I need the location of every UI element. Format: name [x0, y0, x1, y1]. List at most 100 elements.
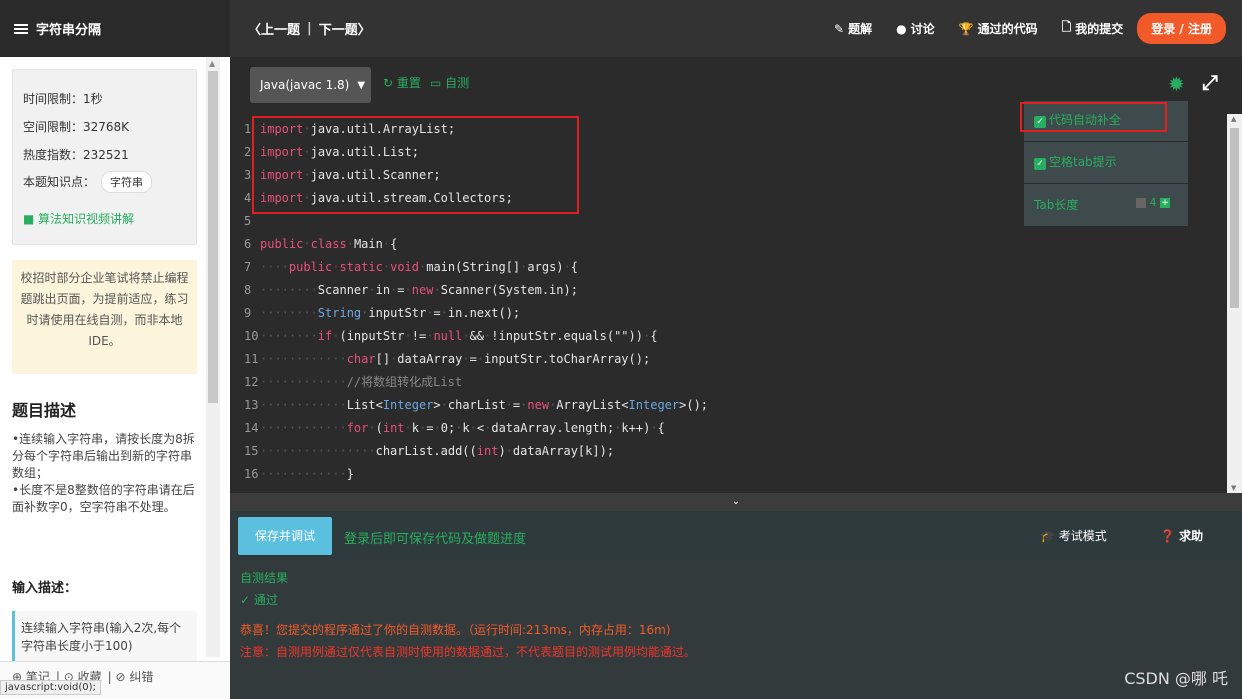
solution-link[interactable]: ✎ 题解	[834, 20, 872, 37]
scroll-up-icon[interactable]: ▲	[209, 59, 215, 68]
line-number: 4	[244, 191, 252, 205]
language-select[interactable]: Java(javac 1.8) ▼	[250, 67, 371, 103]
checkbox-checked-icon[interactable]: ✓	[1034, 158, 1046, 170]
problem-title: 字符串分隔	[36, 23, 102, 38]
nav-separator: |	[307, 21, 312, 36]
self-test-button[interactable]: ▭ 自测	[430, 74, 469, 91]
line-number: 14	[244, 421, 259, 435]
report-error-button[interactable]: ⊘ 纠错	[115, 670, 153, 684]
input-title: 输入描述：	[12, 581, 78, 596]
line-number: 5	[244, 214, 252, 228]
list-icon[interactable]	[14, 22, 28, 36]
scroll-down-icon[interactable]: ▼	[1231, 484, 1236, 492]
space-limit: 空间限制：32768K	[23, 120, 130, 134]
video-explain-link[interactable]: ■ 算法知识视频讲解	[23, 210, 134, 227]
code-text: ········String·inputStr·=·in.next();	[260, 306, 521, 320]
line-number: 3	[244, 168, 252, 182]
debug-panel: 保存并调试 登录后即可保存代码及做题进度 🎓 考试模式 ❓ 求助 自测结果 ✓ …	[230, 511, 1242, 699]
monitor-icon: ▭	[430, 76, 446, 90]
line-number: 12	[244, 375, 259, 389]
exam-mode-button[interactable]: 🎓 考试模式	[1040, 527, 1107, 544]
reset-button[interactable]: ↻ 重置	[383, 74, 421, 91]
fullscreen-icon[interactable]: ⤢	[1202, 70, 1218, 94]
problem-info-box: 时间限制：1秒 空间限制：32768K 热度指数：232521 本题知识点： 字符…	[12, 69, 197, 245]
divider	[1024, 183, 1188, 184]
chat-icon: ●	[896, 21, 907, 36]
problem-nav: 〈上一题 | 下一题〉	[248, 0, 371, 57]
divider	[1024, 141, 1188, 142]
save-debug-button[interactable]: 保存并调试	[238, 517, 332, 555]
code-text: ········if·(inputStr·!=·null·&&·!inputSt…	[260, 329, 658, 343]
gear-icon[interactable]: ✹	[1168, 72, 1185, 96]
input-description: 连续输入字符串(输入2次,每个字符串长度小于100)	[12, 611, 197, 661]
result-congrats: 恭喜！您提交的程序通过了你的自测数据。（运行时间:213ms，内存占用：16m)	[240, 623, 671, 637]
editor-area: Java(javac 1.8) ▼ ↻ 重置 ▭ 自测 ✹ ⤢ 1 import·j…	[230, 57, 1242, 511]
heat-index: 热度指数：232521	[23, 148, 129, 162]
line-number: 8	[244, 283, 252, 297]
code-text: ············char[]·dataArray·=·inputStr.…	[260, 352, 651, 366]
video-icon: ■	[23, 212, 39, 226]
editor-scrollbar[interactable]: ▲ ▼	[1227, 114, 1242, 493]
knowledge-tag[interactable]: 字符串	[101, 171, 153, 193]
login-register-button[interactable]: 登录 / 注册	[1137, 13, 1226, 44]
code-text: ············}	[260, 467, 354, 481]
line-number: 15	[244, 444, 259, 458]
edit-icon: ✎	[834, 21, 845, 36]
editor-scroll-thumb[interactable]	[1230, 128, 1239, 308]
left-scrollbar[interactable]: ▲	[206, 57, 220, 657]
discuss-label: 讨论	[910, 22, 935, 36]
code-text: ····public·static·void·main(String[]·arg…	[260, 260, 578, 274]
time-limit: 时间限制：1秒	[23, 92, 103, 106]
status-bar-url: javascript:void(0);	[0, 680, 101, 695]
description-line: •长度不是8整数倍的字符串请在后面补数字0，空字符串不处理。	[12, 483, 195, 514]
line-number: 16	[244, 467, 259, 481]
tab-length-value: 4	[1149, 196, 1157, 209]
tab-hint-label: 空格tab提示	[1049, 155, 1117, 169]
my-submissions-label: 我的提交	[1075, 22, 1124, 36]
help-button[interactable]: ❓ 求助	[1160, 527, 1203, 544]
reset-label: 重置	[396, 76, 421, 90]
problem-panel: 时间限制：1秒 空间限制：32768K 热度指数：232521 本题知识点： 字符…	[0, 57, 230, 699]
prev-problem-link[interactable]: 〈上一题	[248, 19, 300, 38]
increase-button[interactable]: +	[1160, 198, 1170, 208]
code-text: ················charList.add((int)·dataA…	[260, 444, 615, 458]
refresh-icon: ↻	[383, 76, 397, 90]
my-submissions-link[interactable]: 🗋 我的提交	[1062, 18, 1124, 39]
line-number: 9	[244, 306, 252, 320]
passed-code-label: 通过的代码	[977, 22, 1038, 36]
line-number: 2	[244, 145, 252, 159]
decrease-button[interactable]	[1136, 198, 1146, 208]
scroll-up-icon[interactable]: ▲	[1231, 115, 1236, 123]
debug-toolbar: 保存并调试 登录后即可保存代码及做题进度 🎓 考试模式 ❓ 求助	[230, 511, 1242, 559]
description-line: •连续输入字符串，请按长度为8拆分每个字符串后输出到新的字符串数组；	[12, 432, 195, 480]
knowledge-label: 本题知识点：	[23, 175, 96, 189]
exam-mode-label: 考试模式	[1058, 529, 1107, 543]
description-title: 题目描述	[12, 401, 77, 420]
tab-hint-option[interactable]: ✓ 空格tab提示	[1034, 153, 1117, 170]
result-note: 注意：自测用例通过仅代表自测时使用的数据通过，不代表题目的测试用例均能通过。	[240, 645, 697, 659]
line-number: 6	[244, 237, 252, 251]
code-text: ············List<Integer>·charList·=·new…	[260, 398, 709, 412]
next-problem-link[interactable]: 下一题〉	[319, 19, 371, 38]
solution-label: 题解	[848, 22, 873, 36]
left-scroll-thumb[interactable]	[208, 71, 218, 403]
result-title: 自测结果	[240, 571, 289, 585]
code-text: ············for·(int·k·=·0;·k·<·dataArra…	[260, 421, 665, 435]
code-text: public·class·Main·{	[260, 237, 398, 251]
discuss-link[interactable]: ● 讨论	[896, 20, 935, 37]
result-pass: ✓ 通过	[240, 593, 278, 607]
top-links: ✎ 题解 ● 讨论 🏆 通过的代码 🗋 我的提交 登录 / 注册	[810, 0, 1226, 57]
panel-splitter[interactable]: ⌄	[230, 493, 1242, 511]
question-icon: ❓	[1160, 529, 1180, 543]
code-text: ········Scanner·in·=·new·Scanner(System.…	[260, 283, 578, 297]
problem-title-area: 字符串分隔	[0, 0, 230, 57]
login-save-hint[interactable]: 登录后即可保存代码及做题进度	[344, 528, 526, 547]
import-highlight-box	[252, 116, 579, 214]
tab-length-label: Tab长度	[1034, 198, 1079, 212]
knowledge-row: 本题知识点： 字符串	[23, 171, 153, 193]
autocomplete-highlight-box	[1020, 102, 1167, 132]
graduation-cap-icon: 🎓	[1040, 529, 1059, 543]
passed-code-link[interactable]: 🏆 通过的代码	[959, 20, 1038, 37]
chevron-down-icon[interactable]: ⌄	[732, 496, 740, 507]
csdn-watermark: CSDN @哪 吒	[1124, 669, 1228, 688]
